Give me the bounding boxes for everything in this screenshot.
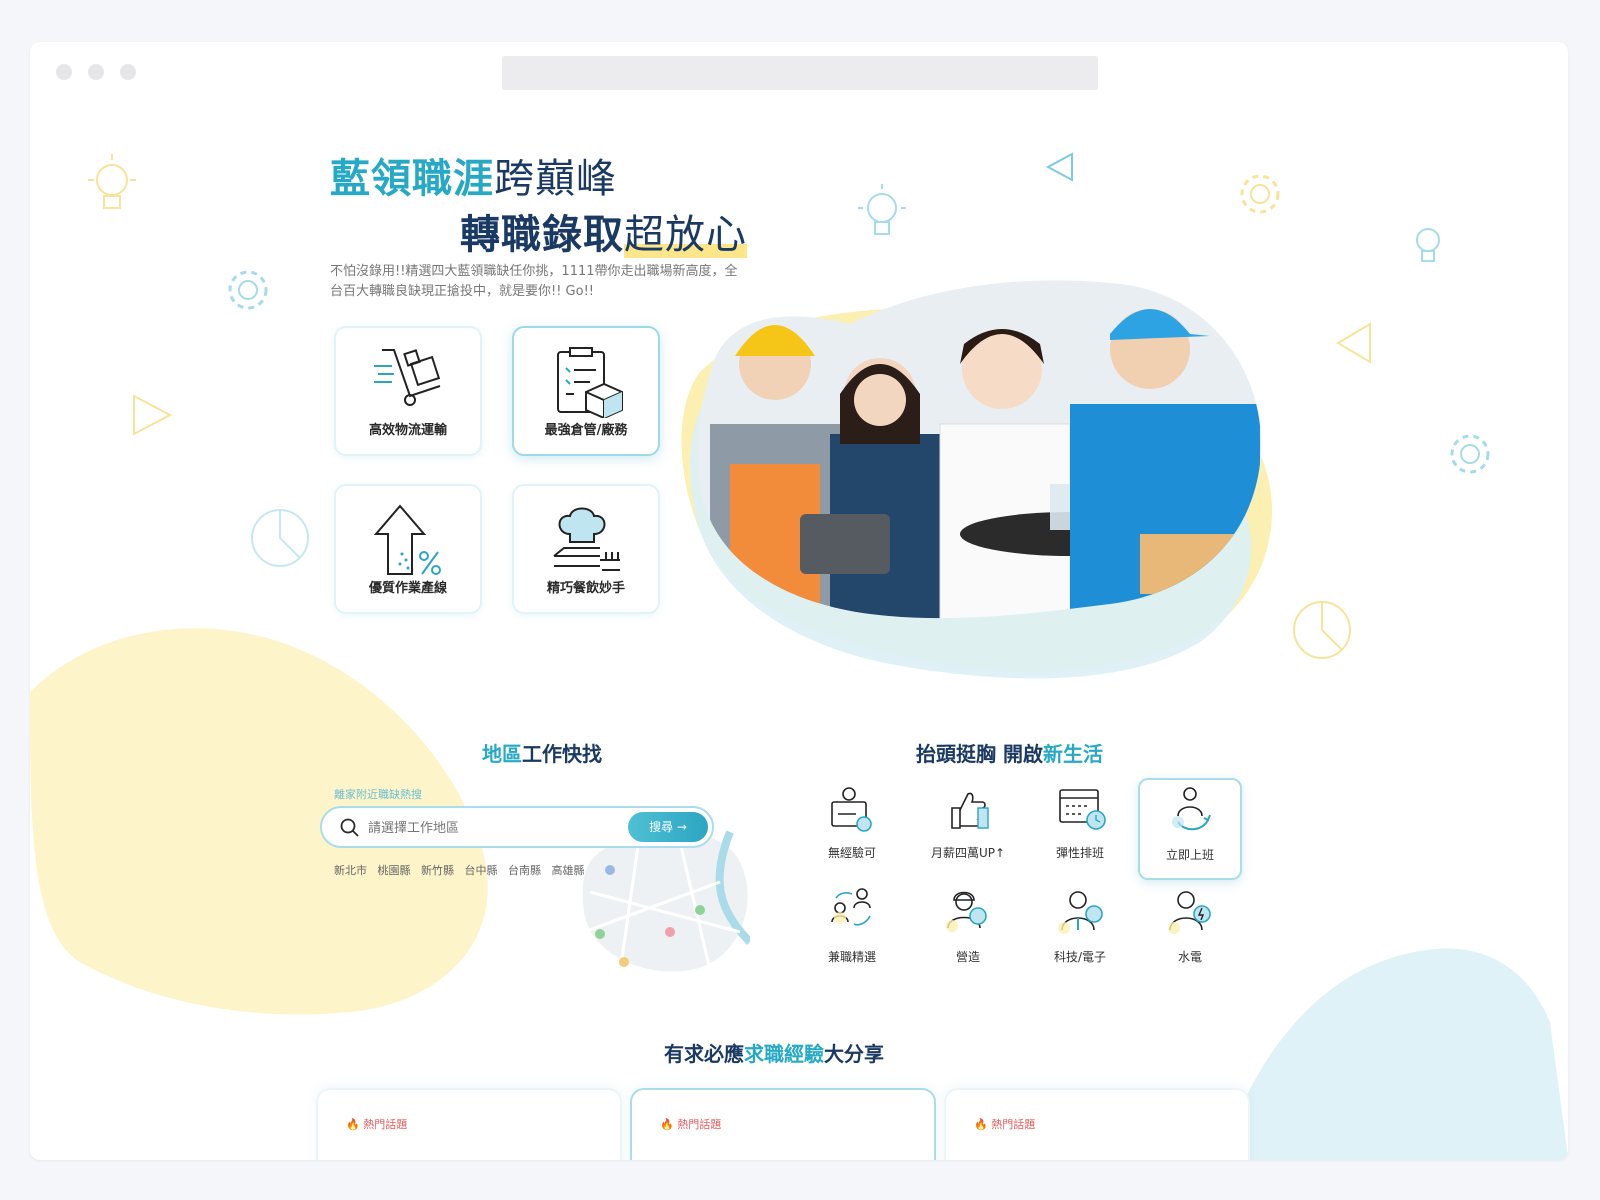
experience-card[interactable]: 🔥 熱門話題 (944, 1088, 1250, 1160)
city-link[interactable]: 台南縣 (508, 864, 541, 877)
benefit-label: 水電 (1177, 950, 1202, 964)
search-label: 離家附近職缺熱搜 (334, 788, 422, 801)
city-link[interactable]: 高雄縣 (552, 864, 585, 877)
tech-person-icon (1058, 891, 1103, 934)
fire-icon: 🔥 (346, 1118, 360, 1131)
city-link[interactable]: 新竹縣 (421, 864, 454, 877)
experience-card[interactable]: 🔥 熱門話題 (630, 1088, 936, 1160)
benefit-start-now[interactable]: 立即上班 (1138, 778, 1242, 880)
benefit-plumbing-electric[interactable]: 水電 (1138, 882, 1242, 984)
hand-truck-icon (374, 349, 441, 406)
hot-topic-tag: 🔥 熱門話題 (974, 1116, 1035, 1132)
gear-icon (1240, 174, 1280, 214)
hot-topic-label: 熱門話題 (677, 1118, 722, 1131)
triangle-left-icon (1045, 152, 1073, 182)
hero-title-bold: 轉職錄取 (460, 212, 624, 258)
hot-topic-tag: 🔥 熱門話題 (346, 1116, 407, 1132)
triangle-left-icon (1336, 322, 1371, 364)
category-label: 優質作業產線 (368, 581, 447, 596)
hot-topic-label: 熱門話題 (363, 1118, 408, 1131)
benefit-label: 營造 (955, 950, 980, 964)
region-title-highlight: 地區 (482, 742, 522, 766)
city-link[interactable]: 桃園縣 (378, 864, 411, 877)
region-search-input[interactable] (368, 817, 618, 839)
hero-title-underlined: 超放心 (624, 212, 747, 258)
hot-topic-label: 熱門話題 (991, 1118, 1036, 1131)
benefits-title-highlight: 新生活 (1042, 742, 1103, 766)
certificate-person-icon (831, 787, 872, 832)
region-title-text: 工作快找 (522, 742, 602, 766)
benefit-no-experience[interactable]: 無經驗可 (800, 778, 904, 880)
experience-title-text: 有求必應 (664, 1042, 744, 1066)
experience-title-highlight: 求職經驗 (744, 1042, 824, 1066)
benefit-construction[interactable]: 營造 (916, 882, 1020, 984)
gear-icon (1450, 434, 1490, 474)
fire-icon: 🔥 (660, 1118, 674, 1131)
benefit-part-time[interactable]: 兼職精選 (800, 882, 904, 984)
fire-icon: 🔥 (974, 1118, 988, 1131)
experience-section-title: 有求必應求職經驗大分享 (664, 1038, 884, 1067)
address-bar[interactable] (502, 56, 1098, 90)
browser-window: 藍領職涯跨巔峰 轉職錄取超放心 不怕沒錄用!!精選四大藍領職缺任你挑，1111帶… (30, 42, 1568, 1160)
city-links: 新北市 桃園縣 新竹縣 台中縣 台南縣 高雄縣 (334, 862, 592, 878)
hero-title-text: 跨巔峰 (494, 156, 617, 202)
gear-icon (228, 270, 268, 310)
people-exchange-icon (831, 888, 871, 926)
benefit-salary[interactable]: 月薪四萬UP↑ (916, 778, 1020, 880)
city-link[interactable]: 新北市 (334, 864, 367, 877)
hero-title-line2: 轉職錄取超放心 (460, 202, 747, 260)
city-link[interactable]: 台中縣 (465, 864, 498, 877)
window-dot (88, 64, 104, 80)
lightbulb-icon (858, 184, 906, 235)
benefit-label: 兼職精選 (827, 950, 876, 964)
thumbs-up-icon (951, 792, 989, 829)
category-label: 精巧餐飲妙手 (546, 581, 625, 596)
benefit-label: 立即上班 (1165, 848, 1214, 862)
worker-helmet-icon (946, 891, 987, 932)
electrician-icon (1168, 891, 1211, 934)
chef-hat-icon (553, 507, 620, 571)
benefit-flexible-shift[interactable]: 彈性排班 (1028, 778, 1132, 880)
pie-chart-icon (1293, 601, 1351, 659)
lightbulb-icon (88, 154, 136, 209)
experience-title-text: 大分享 (824, 1042, 884, 1066)
category-card-catering[interactable]: 精巧餐飲妙手 (512, 484, 660, 614)
benefit-tech[interactable]: 科技/電子 (1028, 882, 1132, 984)
experience-card[interactable]: 🔥 熱門話題 (316, 1088, 622, 1160)
window-dot (120, 64, 136, 80)
play-triangle-icon (133, 394, 173, 436)
calendar-clock-icon (1059, 789, 1106, 830)
lightbulb-icon (1416, 228, 1440, 262)
category-label: 高效物流運輸 (368, 423, 447, 438)
region-section-title: 地區工作快找 (482, 738, 602, 767)
region-search-bar: 搜尋 → (320, 806, 714, 848)
benefit-label: 月薪四萬UP↑ (930, 846, 1006, 860)
hero-title-line1: 藍領職涯跨巔峰 (330, 146, 617, 204)
person-refresh-icon (1172, 787, 1211, 831)
category-card-warehouse[interactable]: 最強倉管/廠務 (512, 326, 660, 456)
growth-arrow-icon (373, 504, 441, 575)
benefit-label: 科技/電子 (1053, 950, 1107, 964)
search-button[interactable]: 搜尋 → (628, 812, 708, 842)
hero-description: 不怕沒錄用!!精選四大藍領職缺任你挑，1111帶你走出職場新高度，全台百大轉職良… (330, 264, 738, 299)
search-icon (340, 818, 359, 837)
hot-topic-tag: 🔥 熱門話題 (660, 1116, 721, 1132)
benefit-label: 無經驗可 (827, 846, 876, 860)
pie-chart-icon (251, 509, 309, 567)
category-card-logistics[interactable]: 高效物流運輸 (334, 326, 482, 456)
category-card-production[interactable]: 優質作業產線 (334, 484, 482, 614)
benefits-title-text: 抬頭挺胸 開啟 (916, 742, 1043, 766)
hero-title-highlight: 藍領職涯 (330, 156, 494, 202)
benefit-label: 彈性排班 (1055, 846, 1104, 860)
clipboard-box-icon (557, 347, 623, 418)
hero-workers-image (698, 280, 1262, 619)
category-label: 最強倉管/廠務 (544, 423, 628, 438)
window-dot (56, 64, 72, 80)
benefits-section-title: 抬頭挺胸 開啟新生活 (916, 738, 1103, 767)
